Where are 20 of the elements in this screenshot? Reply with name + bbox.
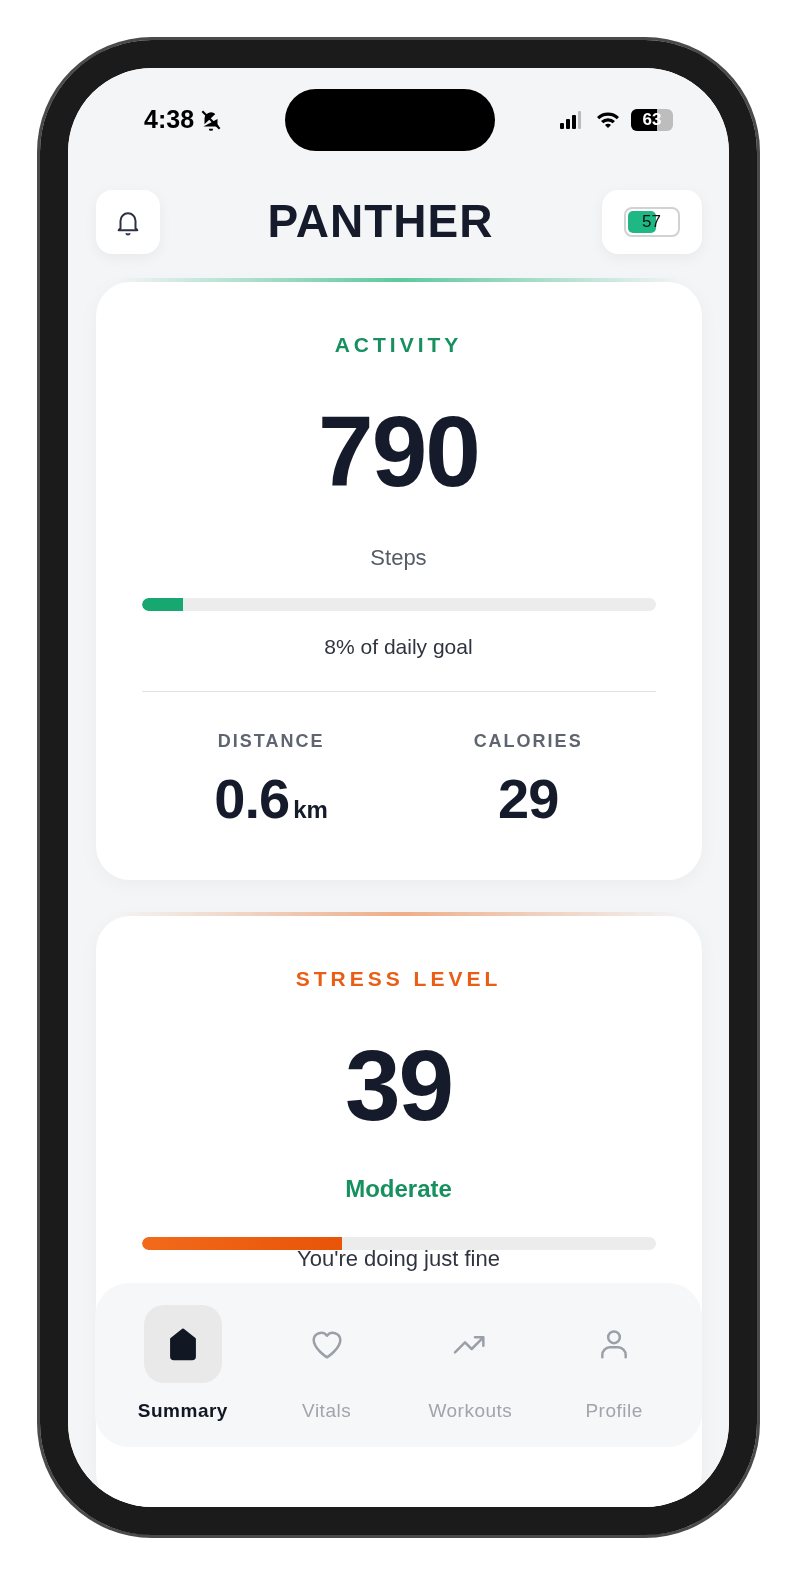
card-title: STRESS LEVEL bbox=[294, 965, 503, 991]
metric-label: DISTANCE bbox=[217, 729, 325, 753]
tab[interactable]: Profile bbox=[544, 1304, 685, 1426]
metric-unit: km bbox=[293, 794, 328, 825]
metric-value: 0.6 bbox=[214, 770, 290, 827]
notifications-button[interactable] bbox=[95, 190, 160, 254]
stress-status: Moderate bbox=[344, 1173, 453, 1204]
steps-value: 790 bbox=[317, 401, 480, 502]
tab[interactable]: Workouts bbox=[400, 1304, 541, 1426]
goal-caption: 8% of daily goal bbox=[323, 634, 474, 661]
app-title: PANTHER bbox=[267, 194, 494, 250]
stress-message: You're doing just fine bbox=[296, 1245, 501, 1273]
steps-label: Steps bbox=[369, 544, 428, 573]
metric-label: CALORIES bbox=[473, 729, 583, 753]
status-time: 4:38 bbox=[144, 104, 195, 136]
tab[interactable]: Vitals bbox=[256, 1304, 397, 1426]
metric-value: 29 bbox=[498, 770, 559, 827]
stress-value: 39 bbox=[343, 1034, 454, 1135]
tab[interactable]: Summary bbox=[112, 1304, 253, 1426]
card-title: ACTIVITY bbox=[333, 332, 464, 358]
